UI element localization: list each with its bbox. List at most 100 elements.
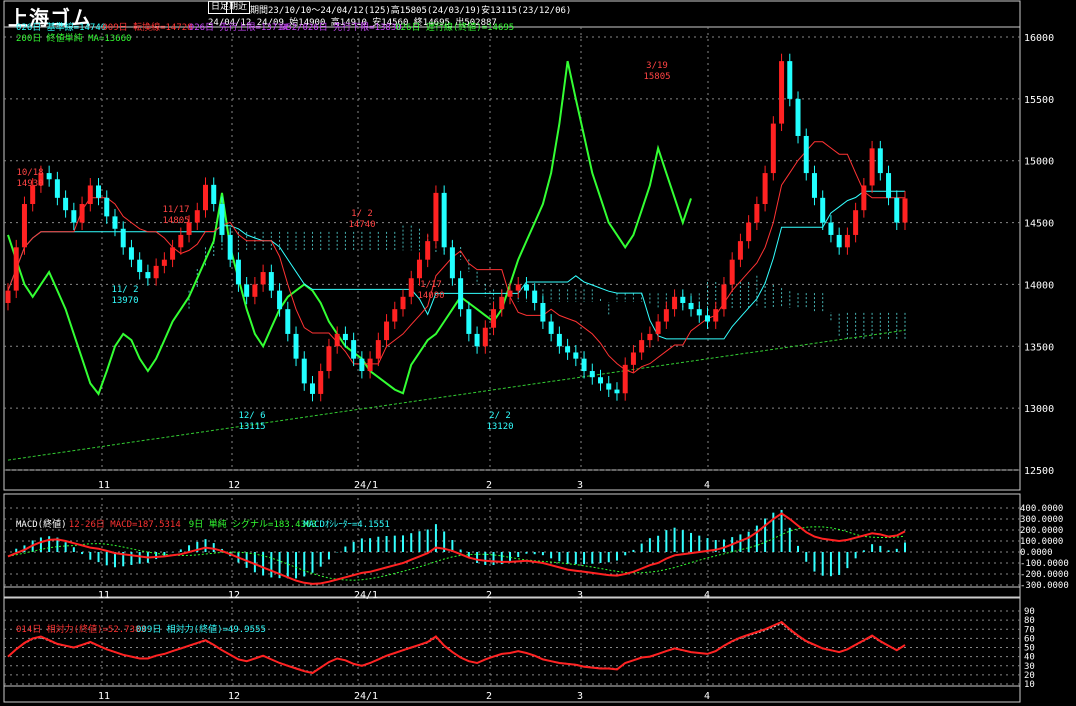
candle-body (507, 290, 513, 297)
candle-body (688, 302, 694, 310)
candle-body (853, 210, 859, 235)
candle-body (153, 265, 159, 279)
candle-body (301, 358, 307, 384)
ma200-line (7, 329, 906, 461)
macd-tick-label: 0.0000 (1020, 548, 1053, 558)
candle-body (680, 296, 686, 303)
candle-body (161, 259, 167, 266)
macd-tick-label: -300.0000 (1020, 581, 1069, 591)
candle-body (836, 234, 842, 248)
macd-tick-label: 100.0000 (1020, 537, 1063, 547)
candle-body (54, 179, 60, 198)
candle-body (869, 148, 875, 186)
y-tick-label: 13000 (1024, 404, 1054, 415)
candle-body (433, 192, 439, 242)
candle-body (639, 340, 645, 353)
candle-body (844, 234, 850, 248)
price-chart: 026日 基準線=14740009日 転換線=14728026日 先行上限=13… (3, 0, 1069, 703)
candle-body (416, 259, 422, 279)
candle-body (556, 333, 562, 347)
candle-body (203, 184, 209, 211)
candle-body (449, 247, 455, 279)
macd-tick-label: 300.0000 (1020, 515, 1063, 525)
legend-item: MACD(終値) (16, 518, 67, 530)
price-annotation: 14090 (417, 291, 444, 301)
candle-body (598, 377, 604, 384)
y-tick-label: 15500 (1024, 95, 1054, 106)
candle-body (894, 197, 900, 223)
candle-body (375, 340, 381, 359)
candle-body (499, 296, 505, 310)
x-tick-label: 4 (704, 590, 710, 601)
candle-body (71, 210, 77, 223)
candle-body (721, 284, 727, 310)
kijun-line (7, 190, 905, 340)
macd-tick-label: 400.0000 (1020, 504, 1063, 514)
candle-body (886, 173, 892, 198)
x-tick-label: 24/1 (354, 691, 378, 702)
price-annotation: 1/17 (420, 280, 442, 290)
candle-body (293, 333, 299, 359)
candle-body (260, 272, 266, 285)
candle-body (565, 346, 571, 353)
candle-body (326, 346, 332, 372)
price-annotation: 14805 (162, 216, 189, 226)
tenkan-line (7, 141, 905, 374)
candle-body (811, 173, 817, 198)
x-tick-label: 4 (704, 691, 710, 702)
x-tick-label: 24/1 (354, 590, 378, 601)
candle-body (359, 358, 365, 372)
x-tick-label: 3 (577, 480, 583, 491)
macd-tick-label: -200.0000 (1020, 570, 1069, 580)
candle-body (351, 340, 357, 359)
x-tick-label: 12 (228, 480, 240, 491)
legend-item: 026日 先行上限=13714 (189, 21, 288, 33)
candle-body (491, 309, 497, 328)
x-tick-label: 3 (577, 691, 583, 702)
candle-body (589, 371, 595, 378)
candle-body (787, 61, 793, 99)
candle-body (318, 371, 324, 394)
candle-body (79, 204, 85, 223)
candle-body (630, 352, 636, 365)
price-annotation: 13120 (486, 422, 513, 432)
price-annotation: 13970 (111, 296, 138, 306)
candle-body (392, 309, 398, 322)
y-tick-label: 14500 (1024, 219, 1054, 230)
candle-body (779, 61, 785, 124)
x-tick-label: 12 (228, 691, 240, 702)
candle-body (803, 135, 809, 174)
candle-body (46, 173, 52, 180)
x-tick-label: 11 (98, 480, 110, 491)
candle-body (309, 383, 315, 394)
candle-body (235, 259, 241, 285)
candle-body (523, 284, 529, 291)
candle-body (21, 204, 27, 248)
price-annotation: 13115 (238, 422, 265, 432)
x-tick-label: 2 (486, 480, 492, 491)
candle-body (663, 309, 669, 322)
candle-body (655, 321, 661, 334)
x-tick-label: 4 (704, 480, 710, 491)
candle-body (458, 278, 464, 310)
candle-body (112, 216, 118, 229)
candle-body (178, 234, 184, 248)
candle-body (63, 197, 69, 211)
y-tick-label: 13500 (1024, 342, 1054, 353)
price-annotation: 10/18 (16, 168, 43, 178)
legend-item: 052/026日 先行下限=13830 (281, 21, 402, 33)
candle-body (696, 309, 702, 316)
y-tick-label: 14000 (1024, 280, 1054, 291)
candle-body (573, 352, 579, 359)
candle-body (647, 333, 653, 341)
candle-body (737, 241, 743, 260)
candle-body (729, 259, 735, 285)
candle-body (384, 321, 390, 341)
candle-body (96, 185, 102, 198)
candle-body (466, 309, 472, 334)
price-annotation: 1/ 2 (351, 209, 373, 219)
candle-body (672, 296, 678, 310)
candle-body (252, 284, 258, 297)
candle-body (104, 197, 110, 217)
panel-frame-0 (3, 0, 1021, 491)
